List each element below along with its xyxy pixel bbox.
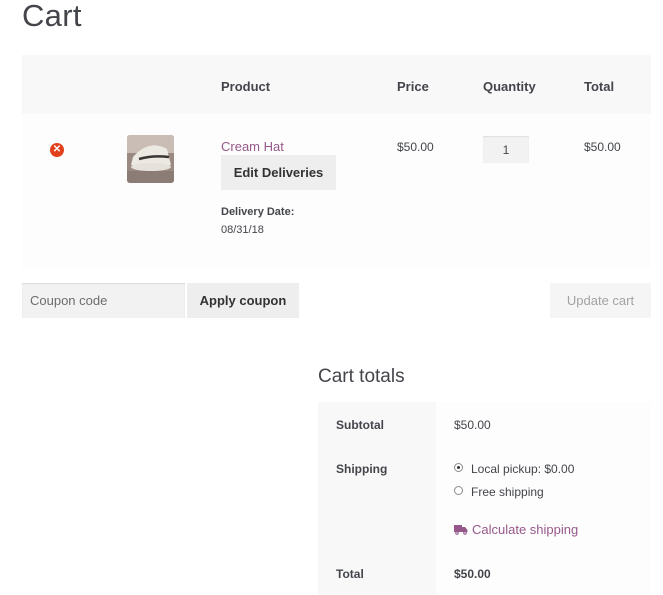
remove-item-icon[interactable]: ✕ xyxy=(50,143,64,157)
cart-table-header xyxy=(22,55,651,114)
item-price: $50.00 xyxy=(397,140,434,154)
edit-deliveries-button[interactable]: Edit Deliveries xyxy=(221,155,336,190)
product-name-link[interactable]: Cream Hat xyxy=(221,139,284,154)
truck-icon xyxy=(454,523,468,538)
cart-totals-title: Cart totals xyxy=(318,366,405,387)
quantity-input[interactable] xyxy=(483,136,529,163)
delivery-date-label: Delivery Date: xyxy=(221,206,295,218)
coupon-code-input[interactable] xyxy=(22,283,185,318)
local-pickup-radio[interactable] xyxy=(454,463,463,472)
subtotal-label: Subtotal xyxy=(336,418,384,432)
update-cart-button[interactable]: Update cart xyxy=(550,283,651,318)
column-header-total: Total xyxy=(584,79,615,94)
calculate-shipping-link[interactable]: Calculate shipping xyxy=(454,522,578,538)
delivery-date-value: 08/31/18 xyxy=(221,224,264,236)
order-total-label: Total xyxy=(336,567,364,581)
shipping-label: Shipping xyxy=(336,462,388,476)
order-total-value: $50.00 xyxy=(454,567,491,581)
product-thumbnail[interactable] xyxy=(127,135,174,183)
item-total: $50.00 xyxy=(584,140,621,154)
column-header-product: Product xyxy=(221,79,271,94)
cart-item-row xyxy=(22,114,651,268)
page-title: Cart xyxy=(22,0,82,33)
local-pickup-label[interactable]: Local pickup: $0.00 xyxy=(471,462,574,476)
subtotal-value: $50.00 xyxy=(454,418,491,432)
apply-coupon-button[interactable]: Apply coupon xyxy=(187,283,299,318)
free-shipping-radio[interactable] xyxy=(454,486,463,495)
column-header-price: Price xyxy=(397,79,429,94)
free-shipping-label[interactable]: Free shipping xyxy=(471,485,544,499)
calculate-shipping-label[interactable]: Calculate shipping xyxy=(472,522,578,537)
column-header-quantity: Quantity xyxy=(483,79,536,94)
